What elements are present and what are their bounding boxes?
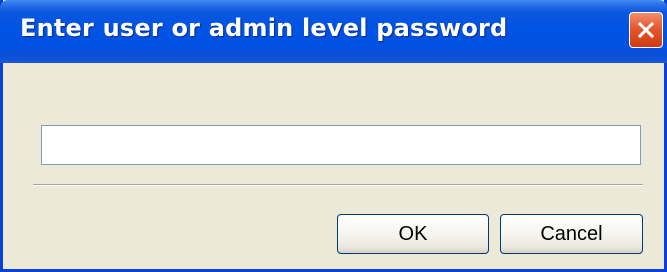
password-dialog: Enter user or admin level password OK Ca…	[0, 0, 667, 272]
ok-button[interactable]: OK	[337, 214, 489, 254]
password-input[interactable]	[41, 125, 641, 165]
title-bar[interactable]: Enter user or admin level password	[0, 0, 667, 63]
divider	[33, 184, 643, 186]
cancel-button-label: Cancel	[540, 222, 603, 245]
close-button[interactable]	[629, 12, 663, 48]
ok-button-label: OK	[398, 222, 428, 245]
dialog-title: Enter user or admin level password	[20, 14, 508, 42]
cancel-button[interactable]: Cancel	[500, 214, 643, 254]
close-icon	[636, 20, 656, 40]
